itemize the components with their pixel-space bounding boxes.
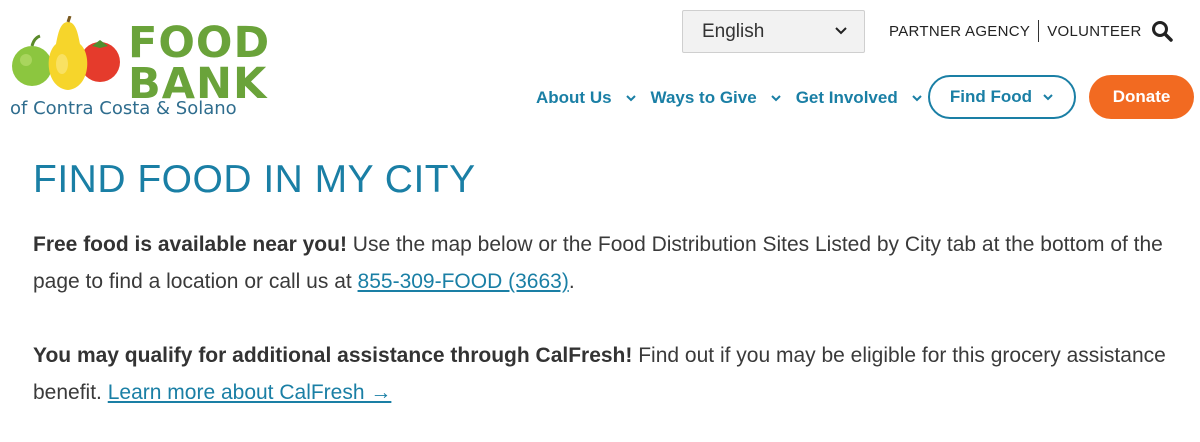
nav-item-get-involved[interactable]: Get Involved bbox=[796, 88, 923, 108]
chevron-down-icon bbox=[625, 95, 636, 102]
nav-item-about-us[interactable]: About Us bbox=[536, 88, 637, 108]
nav-item-label: Get Involved bbox=[795, 88, 898, 107]
nav-item-label: Ways to Give bbox=[650, 88, 757, 107]
chevron-down-icon bbox=[835, 27, 847, 35]
main-nav: About Us Ways to Give Get Involved bbox=[536, 75, 937, 121]
phone-link[interactable]: 855-309-FOOD (3663) bbox=[358, 270, 569, 293]
calfresh-link[interactable]: Learn more about CalFresh → bbox=[108, 381, 392, 404]
fruit-logo-icon bbox=[12, 16, 120, 90]
donate-button[interactable]: Donate bbox=[1089, 75, 1194, 119]
partner-agency-link[interactable]: PARTNER AGENCY bbox=[889, 23, 1030, 40]
divider bbox=[1038, 20, 1040, 42]
find-food-button[interactable]: Find Food bbox=[928, 75, 1076, 119]
chevron-down-icon bbox=[770, 95, 781, 102]
page-title: FIND FOOD IN MY CITY bbox=[33, 158, 476, 201]
intro-bold-text: Free food is available near you! bbox=[33, 233, 347, 256]
calfresh-bold-text: You may qualify for additional assistanc… bbox=[33, 344, 633, 367]
food-bank-logo[interactable]: FOOD BANK of Contra Costa & Solano bbox=[8, 16, 298, 122]
utility-links: PARTNER AGENCY VOLUNTEER bbox=[889, 20, 1142, 42]
chevron-down-icon bbox=[1043, 94, 1053, 101]
logo-subtitle: of Contra Costa & Solano bbox=[10, 98, 237, 119]
nav-item-ways-to-give[interactable]: Ways to Give bbox=[651, 88, 782, 108]
intro-paragraph: Free food is available near you! Use the… bbox=[33, 226, 1173, 300]
language-select-value: English bbox=[702, 20, 765, 42]
chevron-down-icon bbox=[912, 95, 922, 102]
intro-end: . bbox=[568, 270, 575, 293]
nav-item-label: About Us bbox=[536, 88, 612, 107]
language-select[interactable]: English bbox=[682, 10, 865, 53]
calfresh-paragraph: You may qualify for additional assistanc… bbox=[33, 337, 1173, 411]
volunteer-link[interactable]: VOLUNTEER bbox=[1047, 23, 1141, 40]
find-food-label: Find Food bbox=[949, 87, 1033, 106]
search-icon[interactable] bbox=[1151, 20, 1173, 42]
